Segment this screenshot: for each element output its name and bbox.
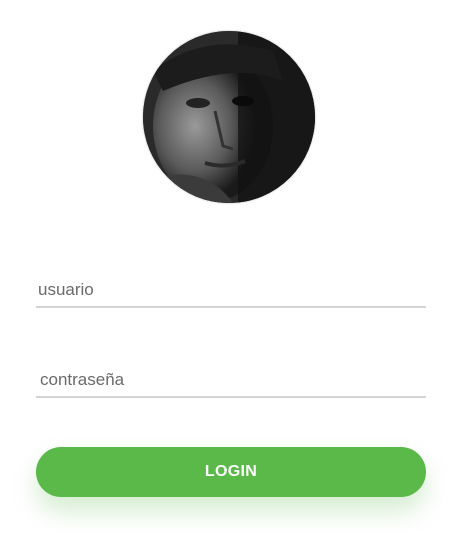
login-page: LOGIN <box>0 0 458 542</box>
password-field <box>36 356 426 398</box>
password-input[interactable] <box>40 370 420 390</box>
username-input[interactable] <box>38 280 418 300</box>
avatar <box>143 31 315 203</box>
login-button[interactable]: LOGIN <box>36 447 426 497</box>
avatar-photo <box>143 31 315 203</box>
username-field <box>36 266 426 308</box>
